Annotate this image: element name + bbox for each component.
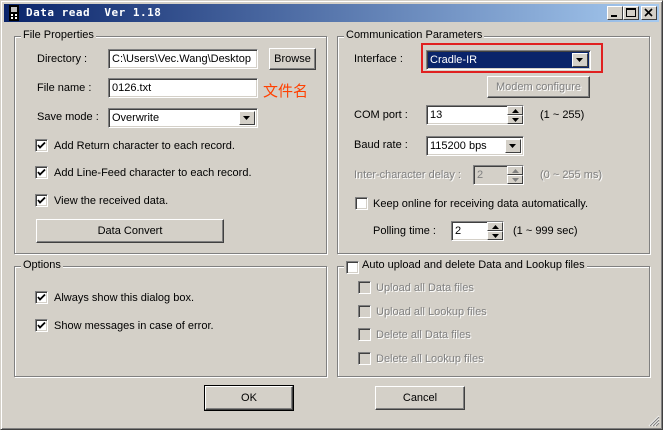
maximize-button[interactable] — [623, 6, 639, 20]
inter-char-delay-spinner[interactable] — [507, 166, 523, 184]
title-bar[interactable]: Data read Ver 1.18 — [4, 4, 659, 22]
auto-upload-legend: Auto upload and delete Data and Lookup f… — [344, 259, 587, 271]
polling-time-spinner[interactable] — [487, 222, 503, 240]
delete-data-checkbox[interactable] — [358, 328, 371, 341]
delete-data-label: Delete all Data files — [376, 329, 471, 341]
spin-up-button[interactable] — [507, 106, 523, 115]
arrow-down-icon — [512, 118, 519, 122]
view-received-checkbox[interactable] — [35, 194, 48, 207]
show-messages-label: Show messages in case of error. — [54, 320, 214, 332]
arrow-down-icon — [512, 178, 519, 182]
inter-char-delay-range: (0 ~ 255 ms) — [540, 169, 603, 181]
upload-data-label: Upload all Data files — [376, 282, 474, 294]
com-port-range: (1 ~ 255) — [540, 109, 585, 121]
always-show-checkbox[interactable] — [35, 291, 48, 304]
baud-rate-label: Baud rate : — [354, 139, 408, 151]
options-legend: Options — [21, 259, 63, 271]
app-icon — [7, 5, 21, 21]
data-convert-button[interactable]: Data Convert — [36, 219, 224, 243]
file-name-label: File name : — [37, 82, 92, 94]
baud-rate-dropdown-button[interactable] — [505, 139, 521, 153]
size-grip-icon[interactable] — [648, 415, 660, 427]
inter-char-delay-label: Inter-character delay : — [354, 169, 461, 181]
upload-lookup-label: Upload all Lookup files — [376, 306, 487, 318]
spin-up-button[interactable] — [507, 166, 523, 175]
checkmark-icon — [37, 168, 46, 176]
keep-online-label: Keep online for receiving data automatic… — [373, 198, 589, 210]
modem-configure-button[interactable]: Modem configure — [487, 76, 590, 98]
spin-down-button[interactable] — [507, 175, 523, 184]
baud-rate-select[interactable]: 115200 bps — [426, 136, 524, 156]
arrow-up-icon — [512, 109, 519, 113]
file-properties-legend: File Properties — [21, 29, 96, 41]
close-icon — [644, 8, 653, 17]
directory-input[interactable]: C:\Users\Vec.Wang\Desktop — [108, 49, 258, 69]
auto-upload-checkbox[interactable] — [346, 261, 359, 274]
file-name-input[interactable]: 0126.txt — [108, 78, 258, 98]
keep-online-checkbox[interactable] — [355, 197, 368, 210]
maximize-icon — [626, 8, 636, 17]
com-port-spinner[interactable] — [507, 106, 523, 124]
window-title: Data read Ver 1.18 — [26, 6, 162, 19]
show-messages-checkbox[interactable] — [35, 319, 48, 332]
interface-label: Interface : — [354, 53, 403, 65]
arrow-up-icon — [512, 169, 519, 173]
delete-lookup-checkbox[interactable] — [358, 352, 371, 365]
spin-down-button[interactable] — [487, 231, 503, 240]
spin-up-button[interactable] — [487, 222, 503, 231]
com-port-label: COM port : — [354, 109, 408, 121]
browse-button[interactable]: Browse — [269, 48, 316, 70]
polling-time-range: (1 ~ 999 sec) — [513, 225, 578, 237]
add-return-checkbox[interactable] — [35, 139, 48, 152]
delete-lookup-label: Delete all Lookup files — [376, 353, 484, 365]
upload-lookup-checkbox[interactable] — [358, 305, 371, 318]
checkmark-icon — [37, 141, 46, 149]
checkmark-icon — [37, 321, 46, 329]
close-button[interactable] — [641, 6, 657, 20]
add-linefeed-label: Add Line-Feed character to each record. — [54, 167, 252, 179]
checkmark-icon — [37, 293, 46, 301]
data-read-dialog: Data read Ver 1.18 File Properties Direc… — [0, 0, 663, 430]
directory-label: Directory : — [37, 53, 88, 65]
communication-legend: Communication Parameters — [344, 29, 485, 41]
chevron-down-icon — [509, 144, 516, 148]
spin-down-button[interactable] — [507, 115, 523, 124]
save-mode-select[interactable]: Overwrite — [108, 108, 258, 128]
cancel-button[interactable]: Cancel — [375, 386, 465, 410]
arrow-up-icon — [492, 225, 499, 229]
always-show-label: Always show this dialog box. — [54, 292, 195, 304]
save-mode-dropdown-button[interactable] — [239, 111, 255, 125]
file-name-annotation: 文件名 — [263, 83, 309, 100]
polling-time-label: Polling time : — [373, 225, 436, 237]
upload-data-checkbox[interactable] — [358, 281, 371, 294]
view-received-label: View the received data. — [54, 195, 169, 207]
save-mode-label: Save mode : — [37, 111, 99, 123]
add-return-label: Add Return character to each record. — [54, 140, 235, 152]
interface-highlight-box — [421, 43, 603, 73]
chevron-down-icon — [243, 116, 250, 120]
ok-button[interactable]: OK — [204, 385, 294, 411]
add-linefeed-checkbox[interactable] — [35, 166, 48, 179]
minimize-icon — [611, 15, 617, 17]
arrow-down-icon — [492, 234, 499, 238]
checkmark-icon — [37, 196, 46, 204]
minimize-button[interactable] — [607, 6, 623, 20]
